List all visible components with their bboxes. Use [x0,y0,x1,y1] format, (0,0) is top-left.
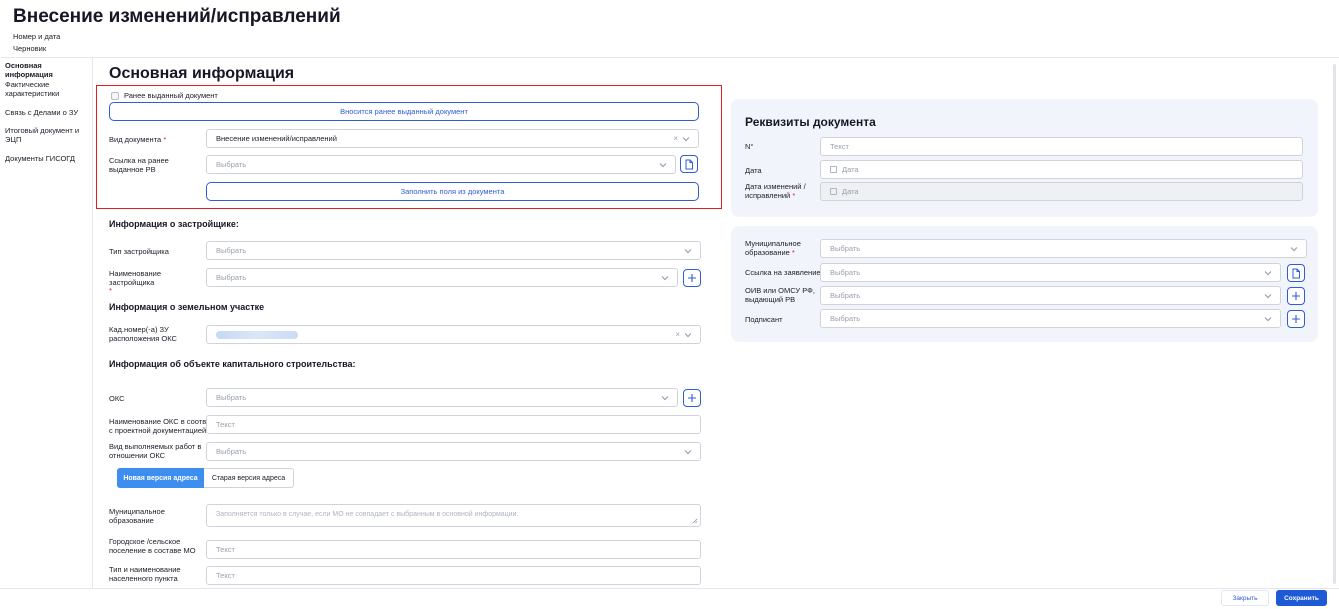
settlement-label: Городское /сельское поселение в составе … [109,537,196,555]
cadastral-label: Кад.номер(-а) ЗУ расположения ОКС [109,325,177,343]
oks-name-input[interactable]: Текст [206,415,701,434]
blurred-value [216,330,298,339]
date-label: Дата [745,166,762,175]
change-date-label: Дата изменений / исправлений * [745,182,806,200]
add-oks-button[interactable] [683,389,701,407]
chevron-down-icon [1264,317,1272,322]
doc-type-select[interactable]: Внесение изменений/исправлений × [206,129,699,148]
open-document-button[interactable] [680,155,698,173]
plus-icon [1292,315,1300,323]
close-button[interactable]: Закрыть [1221,590,1269,606]
application-link-select[interactable]: Выбрать [820,263,1281,282]
change-date-input[interactable]: Дата [820,182,1303,201]
locality-input[interactable]: Текст [206,566,701,585]
tab-new-address[interactable]: Новая версия адреса [117,468,204,488]
clear-icon[interactable]: × [673,134,678,143]
number-input[interactable]: Текст [820,137,1303,156]
cadastral-select[interactable]: × [206,325,701,344]
oks-section-title: Информация об объекте капитального строи… [109,359,356,369]
prev-rv-label: Ссылка на ранее выданное РВ [109,156,169,174]
sidebar-item-characteristics[interactable]: Фактические характеристики [5,80,91,98]
open-application-button[interactable] [1287,264,1305,282]
number-date-label: Номер и дата [13,32,61,41]
plus-icon [688,274,696,282]
date-input[interactable]: Дата [820,160,1303,179]
page-title: Внесение изменений/исправлений [13,6,341,27]
requisites-title: Реквизиты документа [745,115,876,129]
prev-rv-select[interactable]: Выбрать [206,155,676,174]
oks-select[interactable]: Выбрать [206,388,678,407]
document-icon [685,159,693,169]
oks-name-label: Наименование ОКС в соотв. с проектной до… [109,417,209,435]
developer-name-select[interactable]: Выбрать [206,268,678,287]
chevron-down-icon [661,396,669,401]
developer-section-title: Информация о застройщике: [109,219,239,229]
section-title: Основная информация [109,65,295,82]
chevron-down-icon [1290,247,1298,252]
work-type-label: Вид выполняемых работ в отношении ОКС [109,442,202,460]
developer-type-select[interactable]: Выбрать [206,241,701,260]
chevron-down-icon [659,163,667,168]
save-button[interactable]: Сохранить [1276,590,1327,606]
signer-select[interactable]: Выбрать [820,309,1281,328]
header-divider [0,57,1339,58]
chevron-down-icon [682,137,690,142]
resize-handle-icon[interactable] [692,518,698,524]
work-type-select[interactable]: Выбрать [206,442,701,461]
add-developer-button[interactable] [683,269,701,287]
oiv-select[interactable]: Выбрать [820,286,1281,305]
locality-label: Тип и наименование населенного пункта [109,565,181,583]
number-label: N° [745,142,754,151]
chevron-down-icon [684,249,692,254]
fill-from-doc-button[interactable]: Заполнить поля из документа [206,182,699,201]
sidebar-item-land-cases[interactable]: Связь с Делами о ЗУ [5,108,91,118]
sidebar-item-gisogd-docs[interactable]: Документы ГИСОГД [5,154,91,164]
sidebar-item-main-info[interactable]: Основная информация [5,61,91,79]
calendar-icon [830,166,837,173]
prev-doc-checkbox-label: Ранее выданный документ [124,91,218,100]
plus-icon [688,394,696,402]
sidebar: Основная информация Фактические характер… [0,58,93,588]
status-label: Черновик [13,44,47,53]
prev-doc-button[interactable]: Вносится ранее выданный документ [109,102,699,121]
chevron-down-icon [684,333,692,338]
details-municipal-select[interactable]: Выбрать [820,239,1307,258]
oks-label: ОКС [109,394,125,403]
oiv-label: ОИВ или ОМСУ РФ, выдающий РВ [745,286,815,304]
land-section-title: Информация о земельном участке [109,302,265,312]
chevron-down-icon [684,450,692,455]
tab-old-address[interactable]: Старая версия адреса [204,468,294,488]
chevron-down-icon [661,276,669,281]
add-oiv-button[interactable] [1287,287,1305,305]
chevron-down-icon [1264,271,1272,276]
developer-name-label: Наименование застройщика * [109,269,161,295]
footer-bar [0,588,1339,609]
document-icon [1292,268,1300,278]
add-signer-button[interactable] [1287,310,1305,328]
plus-icon [1292,292,1300,300]
doc-type-label: Вид документа * [109,135,167,144]
page-scrollbar[interactable] [1333,64,1336,584]
municipal-label: Муниципальное образование [109,507,165,525]
details-municipal-label: Муниципальное образование * [745,239,801,257]
prev-doc-checkbox[interactable] [111,92,119,100]
clear-icon[interactable]: × [675,330,680,339]
application-link-label: Ссылка на заявление [745,268,821,277]
chevron-down-icon [1264,294,1272,299]
developer-type-label: Тип застройщика [109,247,169,256]
signer-label: Подписант [745,315,783,324]
sidebar-item-final-doc[interactable]: Итоговый документ и ЭЦП [5,126,91,144]
municipal-textarea[interactable]: Заполняется только в случае, если МО не … [206,504,701,527]
calendar-icon [830,188,837,195]
settlement-input[interactable]: Текст [206,540,701,559]
